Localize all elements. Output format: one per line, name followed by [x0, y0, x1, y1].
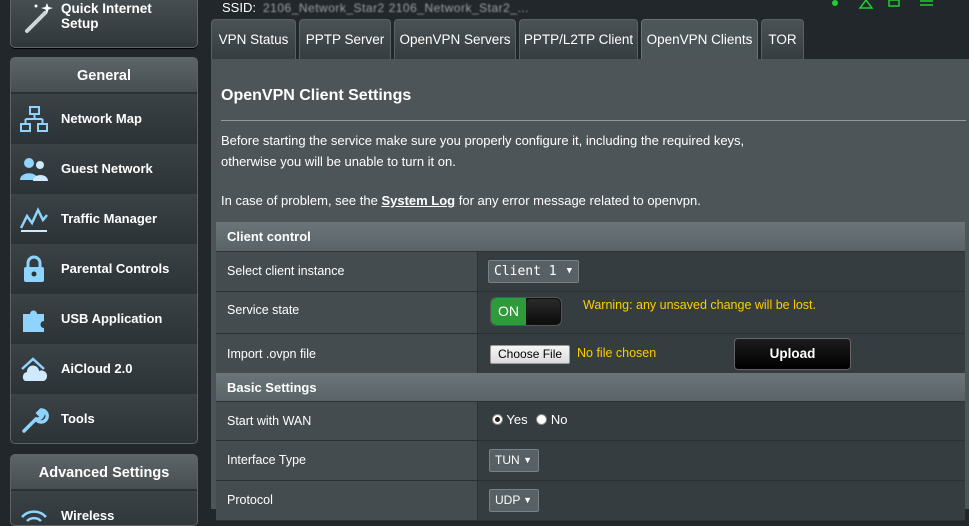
- hint-prefix: In case of problem, see the: [221, 193, 382, 208]
- file-status: No file chosen: [577, 346, 657, 360]
- sidebar-item-aicloud[interactable]: AiCloud 2.0: [11, 343, 197, 393]
- sidebar-item-label: Parental Controls: [61, 261, 170, 276]
- usb-status-icon: [888, 0, 900, 7]
- quick-internet-setup-button[interactable]: Quick Internet Setup: [10, 0, 198, 48]
- chevron-down-icon: ▼: [523, 455, 532, 465]
- description: Before starting the service make sure yo…: [221, 130, 744, 172]
- basic-settings-header: Basic Settings: [216, 373, 965, 402]
- start-wan-yes-label: Yes: [506, 412, 528, 427]
- interface-type-value: TUN: [495, 453, 520, 467]
- row-interface-type: Interface Type TUN ▼: [216, 441, 965, 481]
- start-with-wan-label: Start with WAN: [216, 402, 478, 440]
- select-client-instance-label: Select client instance: [216, 252, 478, 291]
- advanced-settings-header: Advanced Settings: [11, 455, 197, 490]
- settings-status-icon: [920, 0, 933, 6]
- toggle-knob: [526, 299, 560, 324]
- top-status-bar: SSID: 2106_Network_Star2 2106_Network_St…: [205, 0, 969, 18]
- protocol-label: Protocol: [216, 481, 478, 520]
- start-with-wan-radio-group: Yes No: [492, 412, 567, 427]
- protocol-value: UDP: [495, 493, 521, 507]
- hint-suffix: for any error message related to openvpn…: [455, 193, 701, 208]
- client-instance-value: Client 1: [494, 264, 557, 279]
- service-state-toggle[interactable]: ON: [490, 297, 562, 326]
- sidebar-item-label: AiCloud 2.0: [61, 361, 133, 376]
- sidebar-item-tools[interactable]: Tools: [11, 393, 197, 443]
- toggle-on-label: ON: [491, 298, 526, 325]
- sidebar-item-label: Guest Network: [61, 161, 153, 176]
- interface-type-label: Interface Type: [216, 441, 478, 480]
- tab-pptp-server[interactable]: PPTP Server: [299, 19, 391, 59]
- traffic-manager-icon: [19, 207, 48, 232]
- status-icons: [832, 0, 933, 9]
- tab-openvpn-clients[interactable]: OpenVPN Clients: [641, 19, 758, 59]
- sidebar-item-network-map[interactable]: Network Map: [11, 93, 197, 143]
- advanced-settings-menu: Advanced Settings Wireless: [10, 454, 198, 526]
- puzzle-icon: [23, 310, 44, 332]
- import-ovpn-label: Import .ovpn file: [216, 334, 478, 375]
- wireless-icon: [21, 510, 47, 522]
- client-control-header: Client control: [216, 222, 965, 252]
- status-dot-icon: [832, 0, 838, 6]
- chevron-down-icon: ▼: [523, 495, 532, 505]
- tab-pptp-l2tp-client[interactable]: PPTP/L2TP Client: [519, 19, 638, 59]
- start-wan-yes-radio[interactable]: [492, 414, 503, 425]
- sidebar-item-label: Traffic Manager: [61, 211, 158, 226]
- system-log-hint: In case of problem, see the System Log f…: [221, 193, 701, 208]
- tab-vpn-status[interactable]: VPN Status: [211, 19, 296, 59]
- row-service-state: Service state ON Warning: any unsaved ch…: [216, 292, 965, 334]
- system-log-link[interactable]: System Log: [381, 193, 455, 208]
- row-import-ovpn: Import .ovpn file Choose File No file ch…: [216, 334, 965, 376]
- main-panel: OpenVPN Client Settings Before starting …: [211, 59, 969, 521]
- chevron-down-icon: ▼: [566, 266, 572, 276]
- basic-settings-table: Basic Settings Start with WAN Yes No Int…: [216, 373, 965, 521]
- upload-button[interactable]: Upload: [734, 338, 851, 370]
- tab-openvpn-servers[interactable]: OpenVPN Servers: [394, 19, 516, 59]
- start-wan-no-label: No: [550, 412, 568, 427]
- sidebar-item-usb-application[interactable]: USB Application: [11, 293, 197, 343]
- row-start-with-wan: Start with WAN Yes No: [216, 402, 965, 441]
- network-map-icon: [20, 106, 48, 132]
- ssid-value: 2106_Network_Star2 2106_Network_Star2_..…: [263, 1, 529, 15]
- cloud-house-icon: [21, 357, 48, 381]
- description-line-2: otherwise you will be unable to turn it …: [221, 154, 456, 169]
- general-header: General: [11, 58, 197, 93]
- interface-type-select[interactable]: TUN ▼: [489, 449, 539, 472]
- row-select-client-instance: Select client instance Client 1 ▼: [216, 252, 965, 292]
- general-menu: General Network Map Guest Network Traffi…: [10, 57, 198, 444]
- sidebar-item-wireless[interactable]: Wireless: [11, 490, 197, 525]
- unsaved-warning: Warning: any unsaved change will be lost…: [583, 298, 817, 312]
- client-control-table: Client control Select client instance Cl…: [216, 222, 965, 376]
- sidebar-item-label: Wireless: [61, 508, 115, 523]
- guest-network-icon: [20, 158, 48, 181]
- client-instance-select[interactable]: Client 1 ▼: [488, 260, 579, 283]
- sidebar-item-label: USB Application: [61, 311, 163, 326]
- page-title: OpenVPN Client Settings: [221, 87, 412, 104]
- sidebar: Quick Internet Setup General Network Map…: [0, 0, 205, 526]
- start-wan-no-radio[interactable]: [536, 414, 548, 425]
- ssid-label: SSID:: [222, 0, 256, 15]
- title-divider: [221, 120, 966, 121]
- service-state-label: Service state: [216, 292, 478, 333]
- sidebar-item-label: Tools: [61, 411, 95, 426]
- magic-wand-icon: [25, 3, 53, 33]
- choose-file-button[interactable]: Choose File: [490, 345, 571, 364]
- wrench-icon: [22, 408, 49, 433]
- description-line-1: Before starting the service make sure yo…: [221, 133, 745, 148]
- sidebar-item-guest-network[interactable]: Guest Network: [11, 143, 197, 193]
- quick-internet-setup-label: Quick Internet Setup: [61, 1, 152, 31]
- sidebar-item-parental-controls[interactable]: Parental Controls: [11, 243, 197, 293]
- tab-tor[interactable]: TOR: [761, 19, 804, 59]
- sidebar-item-traffic-manager[interactable]: Traffic Manager: [11, 193, 197, 243]
- sidebar-item-label: Network Map: [61, 111, 142, 126]
- lock-icon: [24, 255, 44, 282]
- guest-status-icon: [858, 0, 874, 9]
- row-protocol: Protocol UDP ▼: [216, 481, 965, 521]
